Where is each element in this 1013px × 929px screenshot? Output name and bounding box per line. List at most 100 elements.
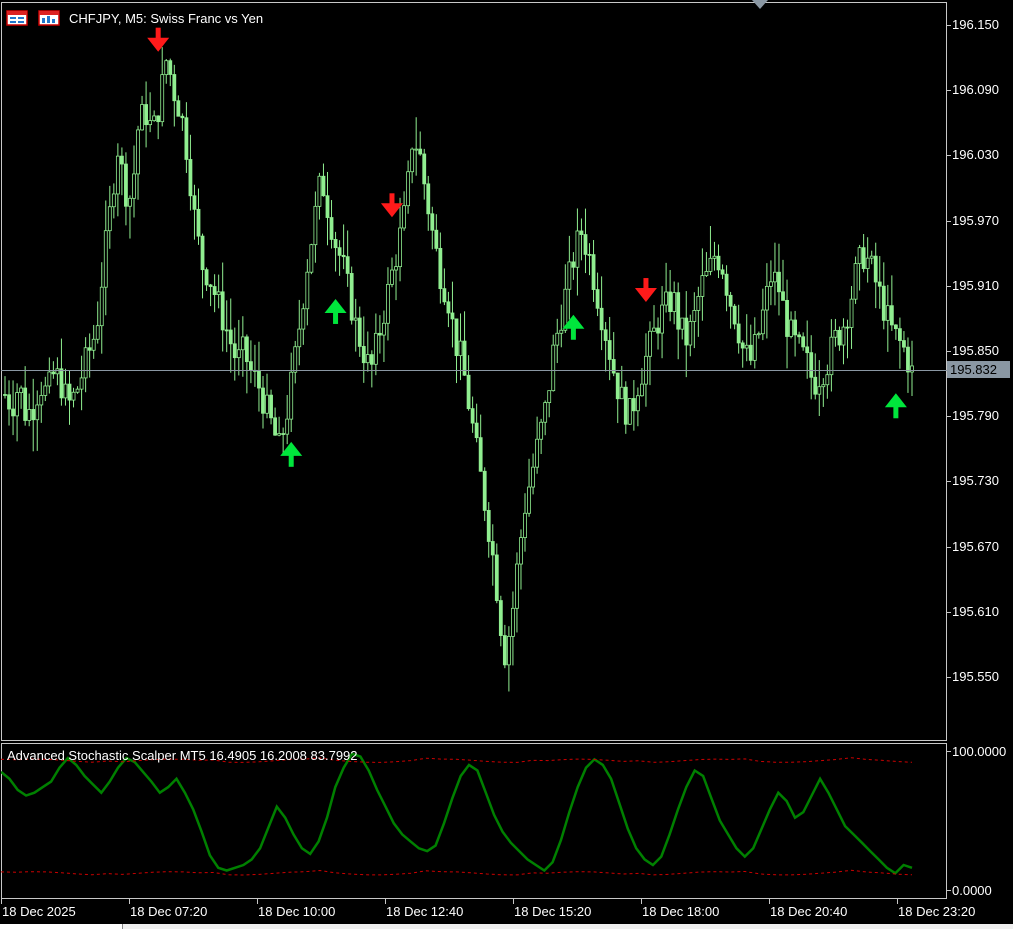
candle-body [660, 304, 664, 334]
candle [188, 134, 193, 211]
candle-body [708, 257, 713, 272]
candle [789, 311, 793, 339]
candle-body [285, 418, 290, 435]
candle-body [7, 394, 11, 410]
candle-body [228, 329, 233, 345]
candle [349, 266, 354, 325]
candle-body [11, 408, 15, 417]
candle-body [474, 422, 479, 439]
time-axis-tick [385, 899, 386, 904]
candle [547, 390, 552, 418]
candle-body [720, 269, 725, 275]
candle-body [704, 271, 709, 277]
price-axis-tick [946, 90, 951, 92]
price-axis-label: 195.610 [952, 603, 999, 619]
candle-body [240, 336, 245, 351]
candle-body [216, 291, 221, 295]
candle-body [87, 347, 92, 351]
candle-body [482, 470, 487, 511]
candle-body [817, 386, 822, 395]
candle [861, 233, 866, 273]
candle [720, 264, 725, 280]
candle [652, 305, 656, 332]
candle [398, 197, 402, 282]
candle-body [289, 371, 294, 420]
candle [220, 262, 225, 352]
candle-body [305, 271, 310, 310]
candle [325, 171, 330, 246]
candle-body [23, 387, 28, 421]
candle [244, 334, 249, 394]
candle [248, 340, 253, 384]
candle-body [365, 354, 370, 364]
candle-body [224, 329, 229, 332]
candle [587, 243, 592, 276]
candle [144, 81, 148, 148]
candle [11, 380, 15, 436]
candle [821, 378, 826, 407]
candle-body [136, 129, 140, 175]
candle [769, 260, 773, 306]
chart-window-icon[interactable] [38, 10, 62, 26]
candle [728, 291, 733, 329]
candle-body [261, 387, 265, 414]
candle [23, 366, 28, 426]
candle-body [821, 384, 826, 388]
price-axis-tick [946, 546, 951, 548]
candle [740, 340, 745, 368]
candle [511, 591, 515, 666]
candle-body [67, 383, 72, 401]
candle-body [648, 330, 652, 357]
candle-body [309, 244, 314, 273]
candle-body [797, 334, 802, 338]
candle [889, 275, 894, 331]
candle-body [652, 327, 656, 332]
candle-body [781, 291, 785, 301]
candle [31, 378, 36, 452]
candle-body [494, 554, 499, 601]
chart-list-icon[interactable] [6, 10, 28, 26]
time-axis-label: 18 Dec 20:40 [770, 904, 848, 919]
candle [160, 47, 165, 127]
candle-body [910, 365, 914, 373]
candle-body [603, 329, 608, 341]
candle-body [281, 433, 286, 435]
candle [200, 233, 205, 299]
candle [595, 272, 600, 317]
candle [704, 252, 709, 278]
candle-body [410, 148, 415, 173]
candle [631, 380, 636, 431]
price-axis-label: 196.030 [952, 147, 999, 163]
candle [664, 262, 669, 313]
candle-body [885, 305, 890, 321]
candle [825, 364, 830, 399]
candle-body [236, 349, 241, 359]
candle [184, 102, 189, 173]
candle [523, 493, 527, 552]
indicator-axis-top: 100.0000 [952, 744, 1007, 759]
chart-tab[interactable] [0, 924, 123, 929]
candle [172, 64, 177, 127]
candle-body [313, 205, 318, 246]
candle [261, 376, 265, 429]
candle-body [478, 437, 483, 472]
candle-body [656, 327, 660, 334]
candle-body [764, 285, 769, 311]
candle [240, 316, 245, 377]
candle [748, 324, 753, 366]
candle-body [575, 230, 580, 268]
candle-body [623, 386, 628, 425]
candle [506, 626, 511, 692]
candle-body [898, 328, 902, 341]
candle-body [297, 328, 302, 348]
candle [442, 268, 447, 306]
candle [140, 95, 144, 131]
candle-body [498, 600, 503, 636]
candle [273, 407, 277, 436]
candle-body [248, 361, 253, 371]
lower-level-line [1, 869, 913, 876]
candle [212, 274, 217, 313]
candle-body [527, 486, 531, 514]
candle [365, 331, 370, 372]
candle-body [386, 283, 390, 324]
